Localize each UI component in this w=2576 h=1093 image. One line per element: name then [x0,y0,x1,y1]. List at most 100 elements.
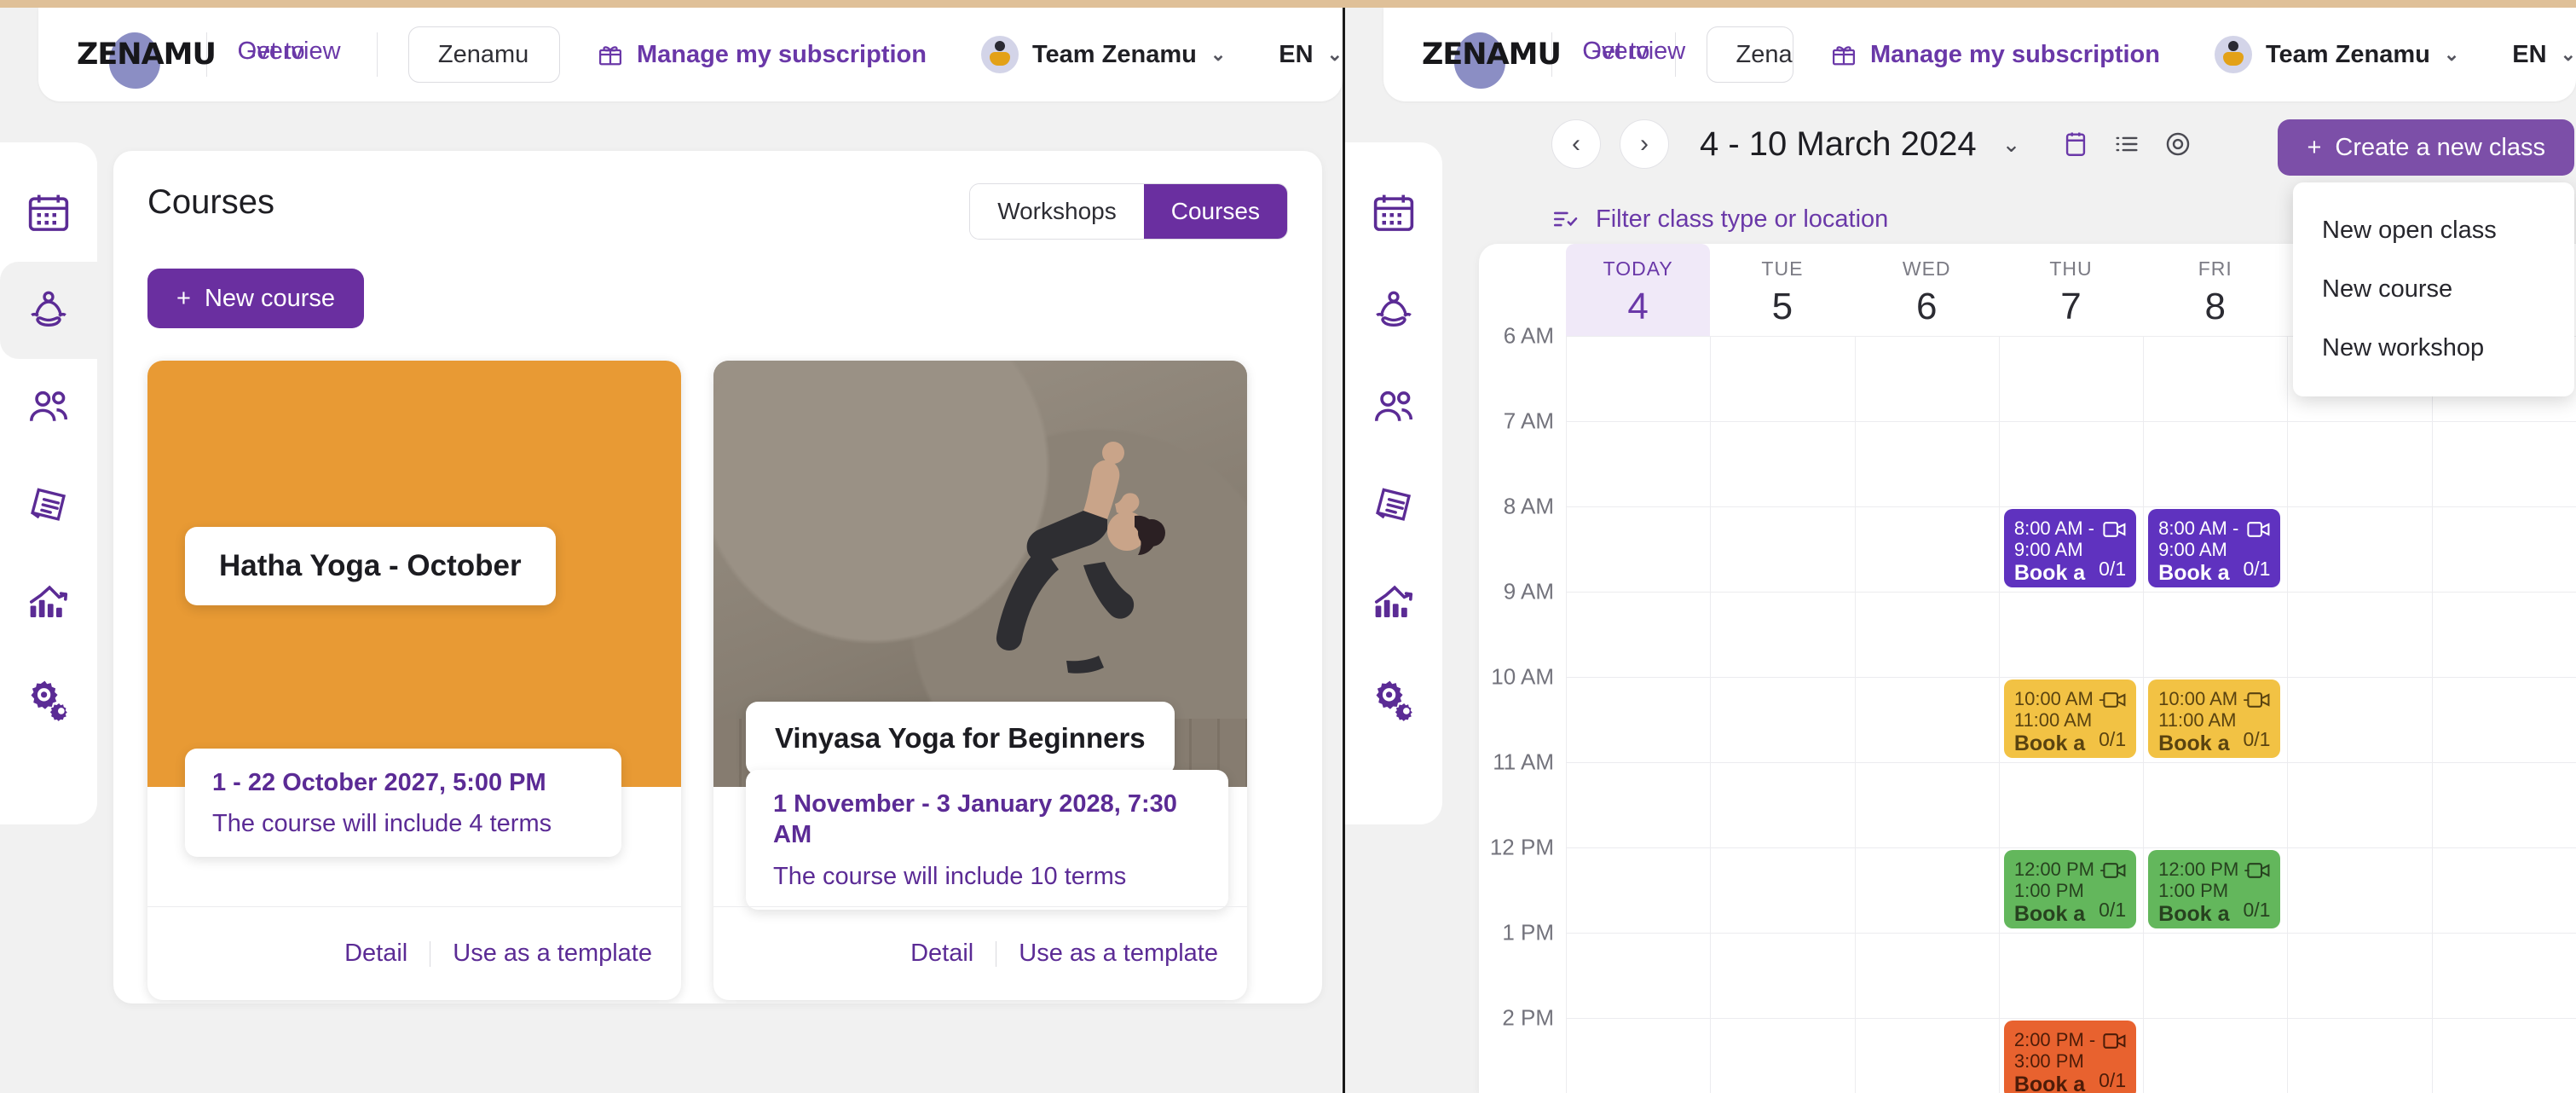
time-label: 6 AM [1503,322,1554,349]
calendar-event[interactable]: 8:00 AM -9:00 AMBook a live demo0/1 [2148,509,2281,587]
team-menu[interactable]: Team Zenamu ⌄ [2214,36,2459,73]
sidebar-rail [0,142,97,824]
manage-subscription-link[interactable]: Manage my subscription [598,41,927,69]
logo[interactable]: ZENAMU [77,30,217,89]
calendar-range-label: 4 - 10 March 2024 [1700,124,1977,163]
prev-week-button[interactable]: ‹ [1551,119,1601,169]
sidebar-item-settings[interactable] [0,651,97,748]
calendar-icon [28,194,69,231]
video-camera-icon [2103,863,2126,878]
manage-subscription-link[interactable]: Manage my subscription [1831,41,2160,69]
chevron-down-icon[interactable]: ⌄ [2002,131,2021,158]
courses-header: Courses Workshops Courses [113,151,1322,240]
sidebar-item-settings[interactable] [1345,651,1442,748]
tenant-switcher[interactable]: Zenamu ··· [1706,26,1793,83]
create-new-class-button[interactable]: + Create a new class [2278,119,2574,176]
top-accent-strip [0,0,2576,8]
course-date: 1 - 22 October 2027, 5:00 PM [212,769,546,796]
calendar-event[interactable]: 12:00 PM -1:00 PMBook a live demo0/1 [2003,850,2137,928]
filter-icon [1553,211,1578,227]
manage-subscription-label: Manage my subscription [636,40,927,68]
team-label: Team Zenamu [2265,40,2430,68]
sidebar-item-invoices[interactable] [1345,456,1442,553]
tab-workshops[interactable]: Workshops [970,184,1144,239]
team-label: Team Zenamu [1031,40,1197,68]
day-header[interactable]: WED 6 [1855,244,1999,336]
course-terms: The course will include 4 terms [212,810,552,838]
menu-item-new-course[interactable]: New course [2293,260,2574,319]
day-gridline [1854,336,1856,1093]
calendar-view-switch [2061,130,2192,159]
day-gridline [1710,336,1712,1093]
logo[interactable]: ZENAMU [1422,30,1562,89]
menu-item-new-open-class[interactable]: New open class [2293,201,2574,260]
logo-text: ZENAMU [77,38,217,72]
calendar-header: ‹ › 4 - 10 March 2024 ⌄ Filter class typ… [1551,119,2574,396]
course-detail-link[interactable]: Detail [910,940,973,968]
list-view-icon[interactable] [2112,130,2141,159]
sidebar-item-calendar[interactable] [1345,165,1442,262]
course-meta: 1 November - 3 January 2028, 7:30 AM The… [746,770,1228,910]
sidebar-item-classes[interactable] [1345,262,1442,359]
event-capacity: 0/1 [2099,1069,2127,1091]
nav-overview[interactable]: Overview Get to [1582,38,1685,72]
yoga-photo-figure [996,442,1165,674]
video-camera-icon [2103,692,2126,708]
day-of-week: FRI [2198,257,2232,280]
menu-item-new-workshop[interactable]: New workshop [2293,319,2574,378]
sidebar-item-analytics[interactable] [1345,553,1442,651]
nav-overview[interactable]: Overview Get to [238,38,347,72]
invoice-icon [31,488,66,521]
calendar-event[interactable]: 12:00 PM -1:00 PMBook a live demo0/1 [2148,850,2281,928]
team-menu[interactable]: Team Zenamu ⌄ [980,36,1227,73]
courses-grid: Hatha Yoga - October 1 - 22 October 2027… [113,328,1322,1000]
day-header[interactable]: FRI 8 [2143,244,2287,336]
sidebar-item-clients[interactable] [0,359,97,456]
time-label: 12 PM [1489,834,1554,860]
new-course-button[interactable]: + New course [147,269,365,328]
preview-eye-icon[interactable] [2163,130,2192,159]
time-label: 1 PM [1502,919,1554,946]
analytics-icon [29,585,68,617]
calendar-event[interactable]: 10:00 AM -11:00 AMBook a live demo0/1 [2148,680,2281,758]
tenant-switcher[interactable]: Zenamu ··· [407,26,560,83]
sidebar-item-invoices[interactable] [0,456,97,553]
time-axis: 6 AM 7 AM 8 AM 9 AM 10 AM 11 AM 12 PM 1 PM 2 PM 3… [1479,244,1566,1093]
hour-gridline [1566,421,2576,422]
calendar-event[interactable]: 2:00 PM -3:00 PMBook a live demo0/1 [2003,1021,2137,1093]
sidebar-item-analytics[interactable] [0,553,97,651]
language-menu[interactable]: EN ⌄ [1279,41,1343,69]
avatar [980,36,1019,73]
day-header[interactable]: THU 7 [1999,244,2143,336]
invoice-icon [1376,488,1412,521]
new-course-label: New course [204,284,336,312]
next-week-button[interactable]: › [1620,119,1669,169]
language-menu[interactable]: EN ⌄ [2512,41,2576,69]
course-detail-link[interactable]: Detail [344,940,407,968]
calendar-event[interactable]: 8:00 AM -9:00 AMBook a live demo0/1 [2003,509,2137,587]
course-template-link[interactable]: Use as a template [453,940,652,968]
tab-courses[interactable]: Courses [1143,184,1287,239]
tenant-more-button[interactable]: ··· [557,27,559,82]
tenant-name[interactable]: Zenamu [1707,27,1793,82]
calendar-event[interactable]: 10:00 AM -11:00 AMBook a live demo0/1 [2003,680,2137,758]
plus-icon: + [2307,133,2322,161]
day-header[interactable]: TUE 5 [1710,244,1854,336]
course-template-link[interactable]: Use as a template [1019,940,1218,968]
calendar-view-icon[interactable] [2061,130,2090,159]
day-header[interactable]: TODAY 4 [1566,244,1711,336]
time-label: 11 AM [1493,749,1554,775]
create-class-menu: New open class New course New workshop [2293,182,2574,396]
course-card[interactable]: Hatha Yoga - October 1 - 22 October 2027… [147,361,681,1000]
sidebar-item-classes[interactable] [0,262,97,359]
tenant-name[interactable]: Zenamu [409,27,557,82]
nav-label-getto: Get to [1582,38,1650,65]
sidebar-item-clients[interactable] [1345,359,1442,456]
video-camera-icon [2247,692,2270,708]
gear-icon [31,680,67,721]
sidebar-item-calendar[interactable] [0,165,97,262]
course-card-footer: Detail Use as a template [147,906,681,1000]
chevron-down-icon: ⌄ [1210,43,1227,65]
time-label: 10 AM [1491,663,1554,690]
course-card[interactable]: Vinyasa Yoga for Beginners 1 November - … [713,361,1247,1000]
